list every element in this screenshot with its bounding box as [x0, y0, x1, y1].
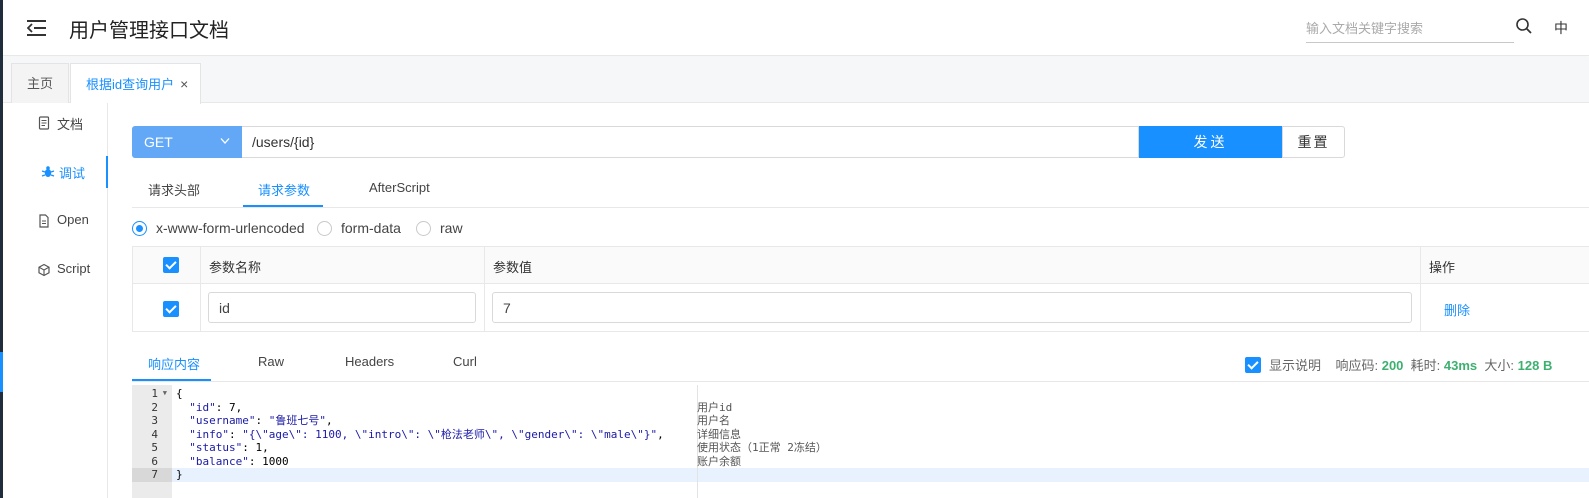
- field-description: 账户余额: [697, 454, 741, 468]
- tab-get-user-by-id[interactable]: 根据id查询用户 ×: [70, 63, 202, 104]
- sidebar-item-debug[interactable]: 调试: [3, 156, 108, 188]
- search-icon[interactable]: [1515, 17, 1533, 35]
- radio-dot: [416, 221, 431, 236]
- show-desc-label: 显示说明: [1269, 358, 1322, 373]
- status-code-label: 响应码:: [1335, 358, 1379, 373]
- search-box: [1306, 14, 1514, 43]
- search-input[interactable]: [1306, 14, 1514, 42]
- line-gutter: 1 ▼ 2 3 4 5 6 7: [132, 385, 172, 498]
- line-number: 4: [151, 427, 158, 441]
- field-description: 用户名: [697, 414, 730, 427]
- document-icon: [38, 116, 50, 130]
- response-size: 128 B: [1517, 358, 1553, 373]
- code-line: {: [176, 387, 183, 400]
- sidebar-item-open[interactable]: Open: [3, 205, 108, 237]
- tab-label: 根据id查询用户: [86, 77, 175, 92]
- top-bar: 用户管理接口文档 中: [3, 0, 1589, 56]
- column-header-value: 参数值: [493, 260, 533, 275]
- field-description: 详细信息: [697, 427, 741, 441]
- method-select[interactable]: GET: [132, 126, 242, 158]
- menu-collapse-icon[interactable]: [27, 19, 47, 37]
- response-editor[interactable]: 1 ▼ 2 3 4 5 6 7 { "id": 7, "username": "鲁…: [132, 385, 1589, 498]
- tab-request-headers[interactable]: 请求头部: [148, 180, 200, 199]
- tab-bar: 主页 根据id查询用户 ×: [3, 57, 1589, 104]
- delete-row-link[interactable]: 删除: [1444, 300, 1470, 319]
- column-header-action: 操作: [1429, 260, 1456, 275]
- radio-label: x-www-form-urlencoded: [156, 220, 305, 236]
- time-label: 耗时:: [1410, 358, 1441, 373]
- show-desc-checkbox[interactable]: [1245, 357, 1261, 373]
- line-number: 5: [151, 441, 158, 454]
- tab-request-params[interactable]: 请求参数: [258, 180, 310, 199]
- status-code: 200: [1381, 358, 1404, 373]
- fold-arrow-icon[interactable]: ▼: [163, 387, 167, 401]
- code-line: "status": 1,: [189, 441, 269, 454]
- code-line: }: [176, 468, 183, 481]
- bug-icon: [41, 166, 55, 177]
- radio-label: raw: [440, 220, 463, 236]
- method-value: GET: [144, 134, 173, 150]
- cube-icon: [38, 263, 50, 277]
- line-number: 1 ▼: [151, 387, 167, 401]
- column-divider: [1420, 247, 1421, 331]
- radio-dot: [317, 221, 332, 236]
- tab-response-curl[interactable]: Curl: [453, 354, 477, 369]
- side-nav: 文档 调试 Open Script: [3, 103, 108, 498]
- column-divider: [200, 247, 201, 331]
- file-icon: [39, 214, 49, 228]
- row-checkbox[interactable]: [163, 301, 179, 317]
- response-time: 43ms: [1443, 358, 1478, 373]
- tab-label: 主页: [27, 76, 54, 91]
- column-divider: [484, 247, 485, 331]
- url-input[interactable]: [242, 126, 1139, 158]
- response-meta: 显示说明 响应码: 200 耗时: 43ms 大小: 128 B: [1245, 354, 1552, 374]
- select-all-checkbox[interactable]: [163, 257, 179, 273]
- sidebar-item-label: 文档: [57, 117, 84, 132]
- tab-home[interactable]: 主页: [11, 63, 69, 103]
- code-line: "balance": 1000: [189, 454, 289, 468]
- table-header-row: 参数名称 参数值 操作: [133, 247, 1589, 284]
- tab-response-content[interactable]: 响应内容: [148, 354, 200, 373]
- code-line: "info": "{\"age\": 1100, \"intro\": \"枪法…: [189, 427, 664, 441]
- active-tab-indicator: [243, 205, 323, 207]
- sidebar-item-docs[interactable]: 文档: [3, 107, 108, 139]
- radio-label: form-data: [341, 220, 401, 236]
- sidebar-item-label: Open: [57, 212, 89, 227]
- active-tab-indicator: [132, 379, 211, 381]
- field-description: 使用状态（1正常 2冻结）: [697, 441, 827, 454]
- params-table: 参数名称 参数值 操作 删除: [132, 246, 1589, 332]
- radio-dot: [132, 221, 147, 236]
- field-description: 用户id: [697, 400, 733, 414]
- close-icon[interactable]: ×: [180, 76, 188, 92]
- sidebar-item-script[interactable]: Script: [3, 254, 108, 286]
- tab-afterscript[interactable]: AfterScript: [369, 180, 430, 195]
- size-label: 大小:: [1484, 358, 1515, 373]
- code-line: "username": "鲁班七号",: [189, 414, 333, 427]
- page-title: 用户管理接口文档: [69, 20, 229, 42]
- tab-response-headers[interactable]: Headers: [345, 354, 394, 369]
- line-number: 7: [132, 468, 172, 482]
- param-value-input[interactable]: [492, 292, 1412, 323]
- sidebar-item-label: 调试: [59, 166, 86, 181]
- reset-button[interactable]: 重置: [1282, 126, 1345, 158]
- line-number: 6: [151, 454, 158, 468]
- chevron-down-icon: [220, 138, 230, 144]
- tab-response-raw[interactable]: Raw: [258, 354, 284, 369]
- line-number: 2: [151, 400, 158, 414]
- line-number: 3: [151, 414, 158, 427]
- send-button[interactable]: 发送: [1139, 126, 1282, 158]
- request-bar: GET 发送 重置: [132, 126, 1345, 158]
- code-line: "id": 7,: [189, 400, 243, 414]
- language-switch[interactable]: 中: [1554, 18, 1568, 38]
- request-tabs: 请求头部 请求参数 AfterScript: [132, 170, 1589, 208]
- param-name-input[interactable]: [208, 292, 476, 323]
- active-line-highlight: [172, 468, 1589, 482]
- response-tabs: 响应内容 Raw Headers Curl 显示说明 响应码: 200 耗时: …: [132, 344, 1589, 382]
- column-header-name: 参数名称: [209, 260, 262, 275]
- sidebar-item-label: Script: [57, 261, 91, 276]
